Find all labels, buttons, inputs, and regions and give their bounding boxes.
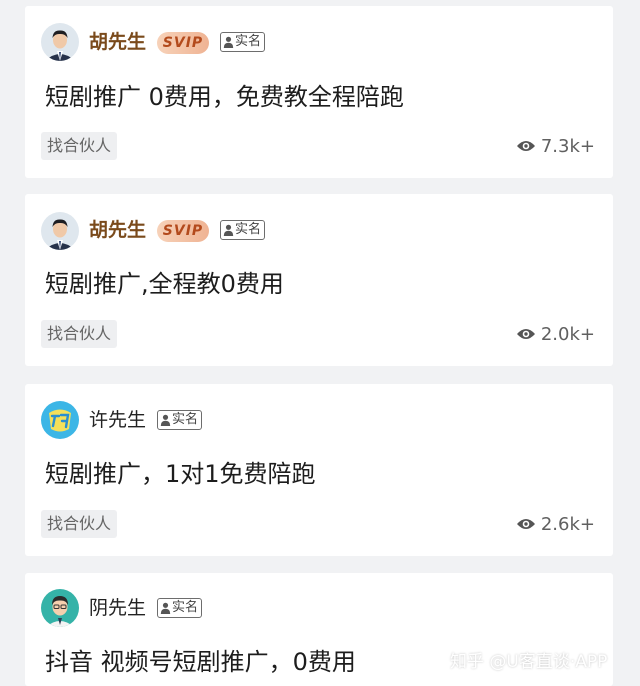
author-name[interactable]: 胡先生 bbox=[89, 219, 146, 241]
post-title[interactable]: 短剧推广 0费用，免费教全程陪跑 bbox=[45, 82, 404, 112]
author-name[interactable]: 许先生 bbox=[89, 409, 146, 431]
man-suit-avatar-icon bbox=[41, 212, 79, 250]
view-count: 2.0k+ bbox=[516, 322, 595, 346]
svip-badge: SVIP bbox=[157, 32, 209, 54]
post-card[interactable]: 许先生 实名 短剧推广，1对1免费陪跑 找合伙人 2.6k+ bbox=[25, 384, 613, 556]
verified-label: 实名 bbox=[235, 34, 262, 49]
view-count-value: 7.3k+ bbox=[540, 135, 595, 157]
verified-badge: 实名 bbox=[157, 410, 203, 430]
post-title[interactable]: 抖音 视频号短剧推广，0费用 bbox=[45, 647, 356, 677]
eye-icon bbox=[516, 329, 535, 339]
post-title[interactable]: 短剧推广,全程教0费用 bbox=[45, 269, 284, 299]
view-count-value: 2.0k+ bbox=[540, 323, 595, 345]
category-tag[interactable]: 找合伙人 bbox=[41, 320, 118, 348]
view-count: 2.6k+ bbox=[516, 512, 595, 536]
category-tag[interactable]: 找合伙人 bbox=[41, 132, 118, 160]
watermark: 知乎 @U客直谈·APP bbox=[450, 652, 608, 672]
view-count: 7.3k+ bbox=[516, 134, 595, 158]
cartoon-man-avatar-icon bbox=[41, 589, 79, 627]
avatar[interactable] bbox=[41, 23, 79, 61]
category-tag[interactable]: 找合伙人 bbox=[41, 510, 118, 538]
post-card[interactable]: 胡先生 SVIP 实名 短剧推广 0费用，免费教全程陪跑 找合伙人 7.3k+ bbox=[25, 6, 613, 178]
verified-badge: 实名 bbox=[157, 598, 203, 618]
person-icon bbox=[223, 224, 234, 236]
author-name[interactable]: 阴先生 bbox=[89, 597, 146, 619]
post-title[interactable]: 短剧推广，1对1免费陪跑 bbox=[45, 459, 316, 489]
person-icon bbox=[223, 36, 234, 48]
person-icon bbox=[160, 414, 171, 426]
eye-icon bbox=[516, 519, 535, 529]
verified-badge: 实名 bbox=[220, 220, 266, 240]
verified-label: 实名 bbox=[172, 412, 199, 427]
avatar[interactable] bbox=[41, 401, 79, 439]
verified-label: 实名 bbox=[235, 222, 262, 237]
avatar[interactable] bbox=[41, 212, 79, 250]
author-name[interactable]: 胡先生 bbox=[89, 31, 146, 53]
logo-avatar-icon bbox=[41, 401, 79, 439]
person-icon bbox=[160, 602, 171, 614]
avatar[interactable] bbox=[41, 589, 79, 627]
man-suit-avatar-icon bbox=[41, 23, 79, 61]
post-card[interactable]: 胡先生 SVIP 实名 短剧推广,全程教0费用 找合伙人 2.0k+ bbox=[25, 194, 613, 366]
verified-label: 实名 bbox=[172, 600, 199, 615]
svip-badge: SVIP bbox=[157, 220, 209, 242]
verified-badge: 实名 bbox=[220, 32, 266, 52]
view-count-value: 2.6k+ bbox=[540, 513, 595, 535]
eye-icon bbox=[516, 141, 535, 151]
